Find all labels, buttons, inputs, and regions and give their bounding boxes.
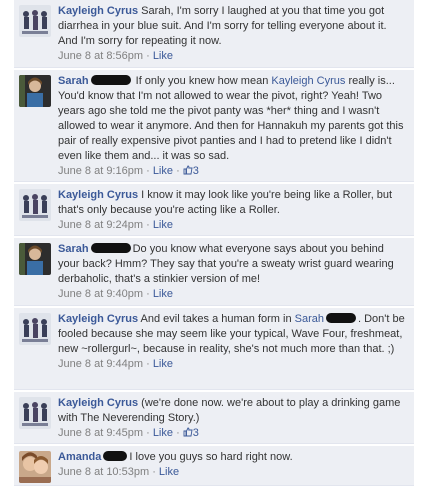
comment: Kayleigh Cyrus And evil takes a human fo… — [14, 308, 414, 390]
redacted-name — [90, 243, 131, 253]
comment-text: I love you guys so hard right now. — [129, 451, 293, 463]
timestamp[interactable]: June 8 at 8:56pm — [58, 50, 143, 62]
redacted-name — [103, 451, 128, 461]
redacted-name — [326, 313, 356, 323]
like-link[interactable]: Like — [153, 50, 173, 62]
avatar[interactable] — [19, 5, 51, 37]
timestamp[interactable]: June 8 at 9:16pm — [58, 165, 143, 177]
like-count[interactable]: 3 — [183, 165, 199, 177]
like-link[interactable]: Like — [153, 219, 173, 231]
like-link[interactable]: Like — [153, 165, 173, 177]
author-name[interactable]: Sarah — [58, 75, 89, 87]
comment: Sarah If only you knew how mean Kayleigh… — [14, 70, 414, 182]
mention-link[interactable]: Sarah — [295, 313, 324, 325]
author-name[interactable]: Amanda — [58, 451, 101, 463]
avatar[interactable] — [19, 243, 51, 275]
avatar[interactable] — [19, 313, 51, 345]
comment: Amanda I love you guys so hard right now.… — [14, 446, 414, 486]
like-count[interactable]: 3 — [183, 427, 199, 439]
timestamp[interactable]: June 8 at 9:44pm — [58, 358, 143, 370]
thumbs-up-icon — [183, 165, 193, 175]
comment: Kayleigh Cyrus Sarah, I'm sorry I laughe… — [14, 0, 414, 68]
like-link[interactable]: Like — [159, 466, 179, 478]
like-link[interactable]: Like — [153, 358, 173, 370]
author-name[interactable]: Kayleigh Cyrus — [58, 189, 138, 201]
author-name[interactable]: Kayleigh Cyrus — [58, 5, 138, 17]
comment-thread: Kayleigh Cyrus Sarah, I'm sorry I laughe… — [0, 0, 425, 488]
avatar[interactable] — [19, 397, 51, 429]
comment: Kayleigh Cyrus (we're done now. we're ab… — [14, 392, 414, 444]
author-name[interactable]: Sarah — [58, 243, 89, 255]
author-name[interactable]: Kayleigh Cyrus — [58, 313, 138, 325]
redacted-name — [90, 75, 131, 85]
timestamp[interactable]: June 8 at 10:53pm — [58, 466, 149, 478]
like-link[interactable]: Like — [153, 288, 173, 300]
avatar[interactable] — [19, 451, 51, 483]
timestamp[interactable]: June 8 at 9:45pm — [58, 427, 143, 439]
avatar[interactable] — [19, 75, 51, 107]
avatar[interactable] — [19, 189, 51, 221]
thumbs-up-icon — [183, 427, 193, 437]
comment-text: really is... You'd know that I'm not all… — [58, 75, 404, 162]
comment: Sarah Do you know what everyone says abou… — [14, 238, 414, 306]
author-name[interactable]: Kayleigh Cyrus — [58, 397, 138, 409]
comment-text: If only you knew how mean — [135, 75, 269, 87]
mention-link[interactable]: Kayleigh Cyrus — [271, 75, 345, 87]
timestamp[interactable]: June 8 at 9:40pm — [58, 288, 143, 300]
comment: Kayleigh Cyrus I know it may look like y… — [14, 184, 414, 236]
comment-text: And evil takes a human form in — [140, 313, 292, 325]
timestamp[interactable]: June 8 at 9:24pm — [58, 219, 143, 231]
like-link[interactable]: Like — [153, 427, 173, 439]
